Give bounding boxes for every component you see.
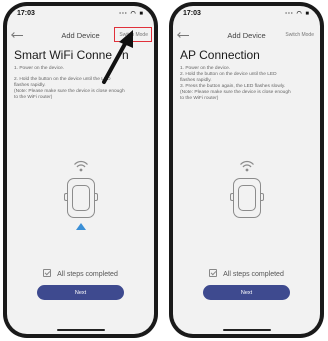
nav-bar: Add Device Switch Mode: [7, 27, 154, 43]
checkbox-label: All steps completed: [223, 271, 284, 278]
switch-mode-button[interactable]: Switch Mode: [285, 32, 314, 38]
all-steps-checkbox-row[interactable]: All steps completed: [173, 269, 320, 278]
phone-frame-right: 17:03 ⋅⋅⋅ ◠ ■ Add Device Switch Mode AP …: [169, 2, 324, 338]
page-title-tail: n: [122, 48, 129, 62]
device-illustration: [57, 158, 105, 238]
next-button[interactable]: Next: [203, 285, 290, 300]
all-steps-checkbox-row[interactable]: All steps completed: [7, 269, 154, 278]
wifi-signal-icon: [239, 160, 254, 172]
screen-ap-connection: 17:03 ⋅⋅⋅ ◠ ■ Add Device Switch Mode AP …: [173, 6, 320, 334]
nav-bar: Add Device Switch Mode: [173, 29, 320, 43]
up-triangle-icon: [75, 223, 86, 230]
switch-mode-highlight-box: [114, 27, 152, 42]
step-line: to the WiFi router): [14, 95, 53, 100]
checkbox-label: All steps completed: [57, 271, 118, 278]
device-illustration: [223, 158, 271, 238]
status-icons: ⋅⋅⋅ ◠ ■: [285, 11, 310, 17]
home-indicator: [56, 329, 105, 331]
status-bar: 17:03 ⋅⋅⋅ ◠ ■: [183, 10, 310, 20]
page-title: AP Connection: [180, 48, 260, 62]
wifi-signal-icon: [73, 160, 88, 172]
device-icon: [229, 178, 264, 218]
status-time: 17:03: [17, 10, 35, 17]
checkbox-icon[interactable]: [209, 269, 218, 277]
page-title-text: Smart WiFi Conne: [14, 48, 113, 62]
page-title: Smart WiFi Conne n: [14, 48, 129, 62]
phone-frame-left: 17:03 ⋅⋅⋅ ◠ ■ Add Device Switch Mode Sma…: [3, 2, 158, 338]
status-time: 17:03: [183, 10, 201, 17]
step-line: 1. Power on the device.: [14, 66, 65, 71]
status-bar: 17:03 ⋅⋅⋅ ◠ ■: [17, 10, 144, 20]
step-line: to the WiFi router): [180, 96, 219, 101]
instructions: 1. Power on the device. 2. Hold the butt…: [14, 66, 149, 101]
status-icons: ⋅⋅⋅ ◠ ■: [119, 11, 144, 17]
device-icon: [63, 178, 98, 218]
checkbox-icon[interactable]: [43, 269, 52, 277]
home-indicator: [222, 329, 271, 331]
instructions: 1. Power on the device. 2. Hold the butt…: [180, 66, 315, 102]
screen-smart-wifi: 17:03 ⋅⋅⋅ ◠ ■ Add Device Switch Mode Sma…: [7, 6, 154, 334]
next-button[interactable]: Next: [37, 285, 124, 300]
